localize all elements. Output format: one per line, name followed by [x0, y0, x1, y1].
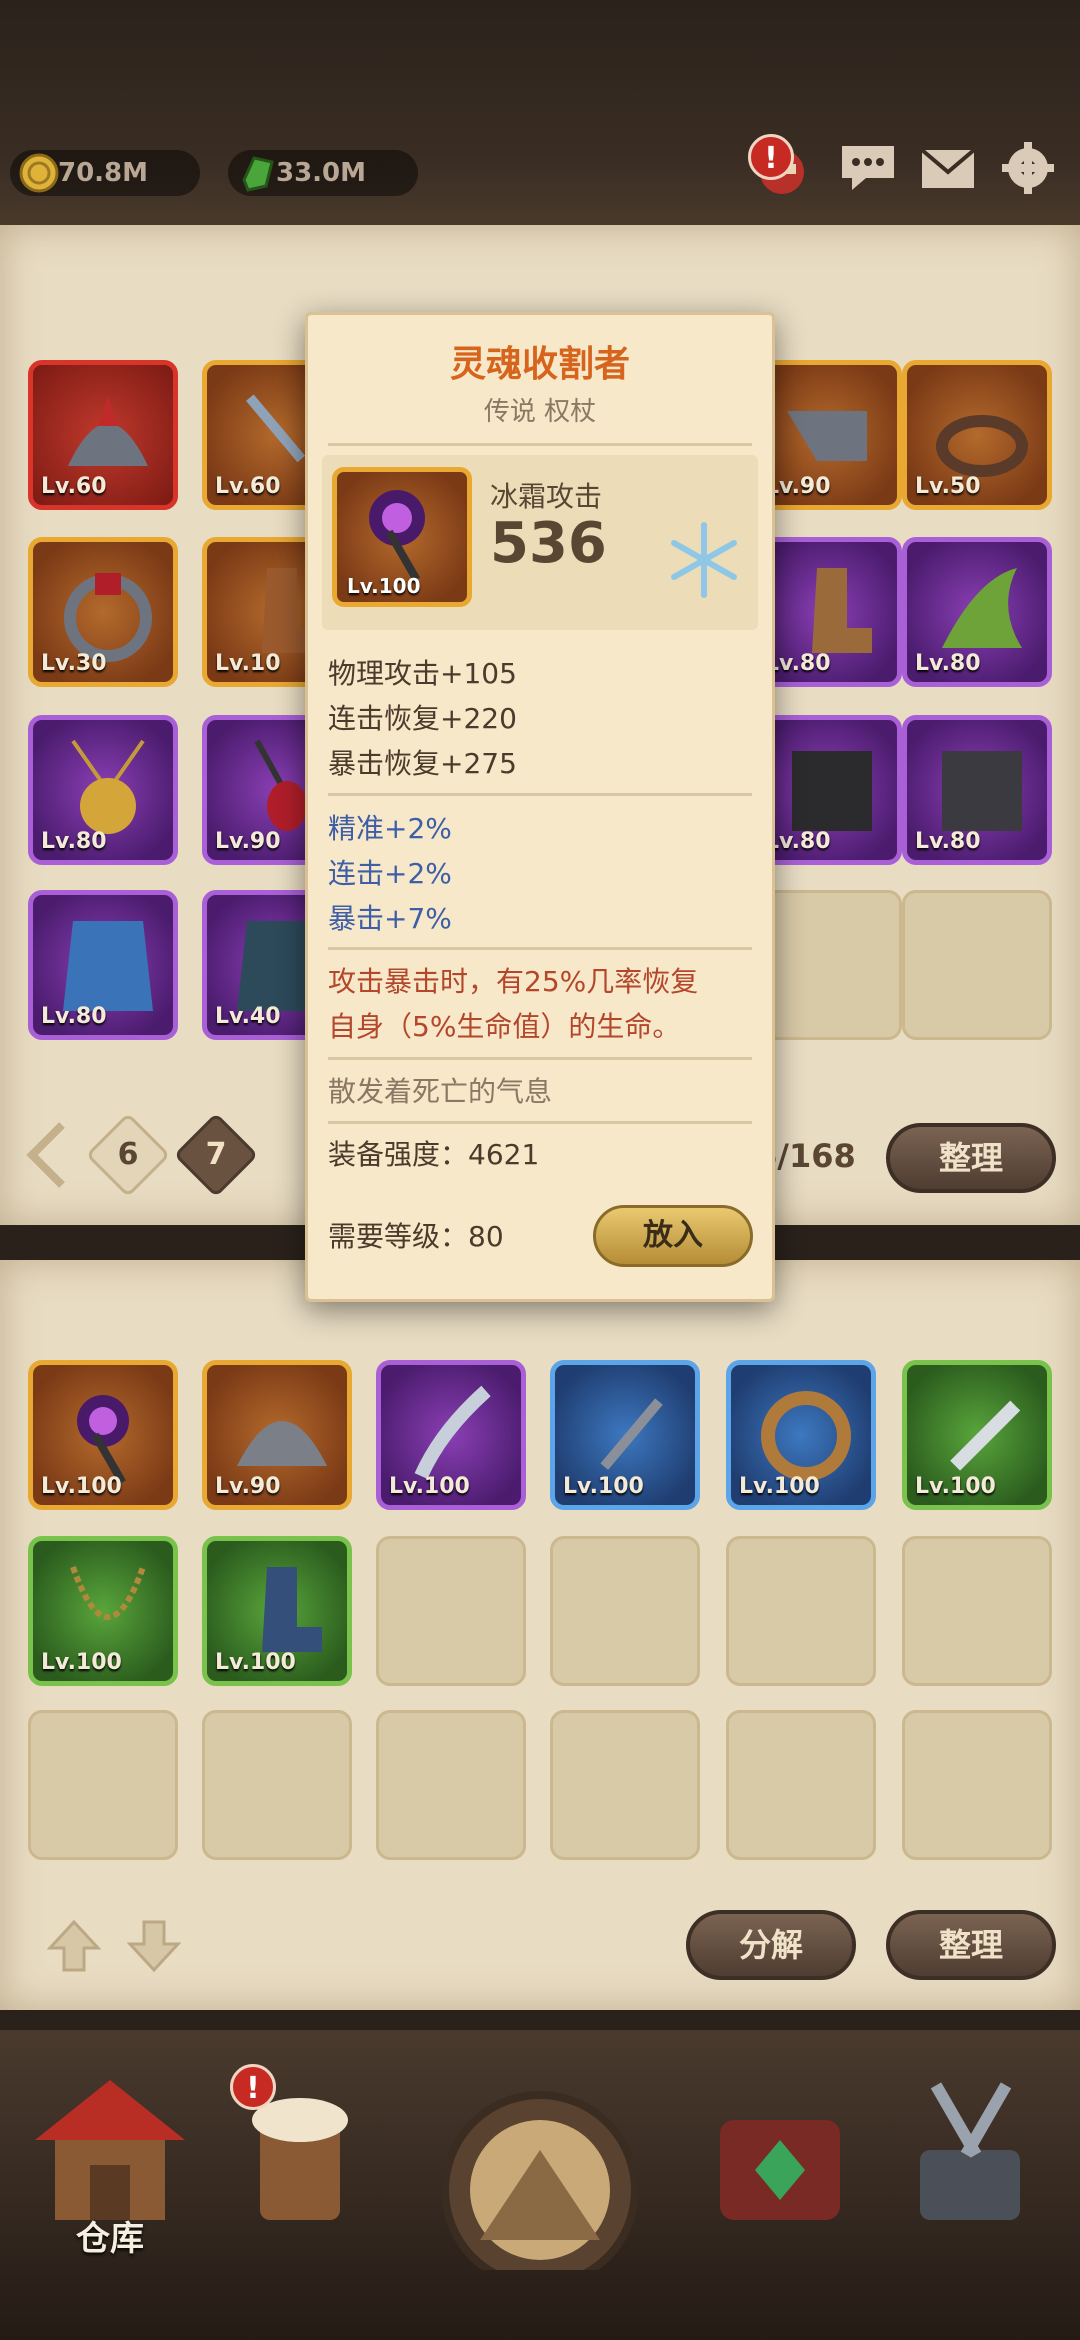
- bottom-nav: 仓库 !: [0, 2030, 1080, 2340]
- backpack-item[interactable]: Lv.100: [550, 1360, 700, 1510]
- item-icon: Lv.100: [332, 467, 472, 607]
- storage-item[interactable]: Lv.30: [28, 537, 178, 687]
- profile-button[interactable]: !: [748, 134, 808, 198]
- storage-item[interactable]: Lv.60: [28, 360, 178, 510]
- nav-shop[interactable]: [690, 2070, 870, 2260]
- empty-slot[interactable]: [726, 1710, 876, 1860]
- backpack-item[interactable]: Lv.100: [28, 1536, 178, 1686]
- backpack-item[interactable]: Lv.100: [726, 1360, 876, 1510]
- backpack-sort-button[interactable]: 整理: [886, 1910, 1056, 1980]
- backpack-panel: Lv.100 Lv.90 Lv.100 Lv.100 Lv.100 Lv.100…: [0, 1260, 1080, 2010]
- empty-slot[interactable]: [902, 1536, 1052, 1686]
- page-button-7[interactable]: 7: [173, 1112, 259, 1198]
- warehouse-icon: [35, 2080, 185, 2220]
- bonus-line: 精准+2%: [328, 812, 452, 845]
- special-effect-line: 攻击暴击时，有25%几率恢复: [328, 965, 699, 998]
- required-level: 需要等级：80: [328, 1220, 504, 1253]
- bonus-line: 连击+2%: [328, 857, 452, 890]
- decompose-button[interactable]: 分解: [686, 1910, 856, 1980]
- storage-sort-button[interactable]: 整理: [886, 1123, 1056, 1193]
- equipment-power: 装备强度：4621: [328, 1138, 540, 1171]
- divider: [328, 947, 752, 950]
- nav-warehouse[interactable]: 仓库: [20, 2070, 200, 2260]
- gold-value: 70.8M: [58, 158, 149, 188]
- stat-line: 物理攻击+105: [328, 657, 517, 690]
- backpack-item[interactable]: Lv.100: [202, 1536, 352, 1686]
- arrow-down-icon[interactable]: [124, 1916, 184, 1976]
- backpack-item[interactable]: Lv.100: [902, 1360, 1052, 1510]
- nav-adventure[interactable]: [420, 2070, 660, 2289]
- empty-slot[interactable]: [902, 890, 1052, 1040]
- page-prev-icon[interactable]: [22, 1120, 72, 1190]
- backpack-item[interactable]: Lv.100: [376, 1360, 526, 1510]
- flavor-text: 散发着死亡的气息: [328, 1075, 553, 1108]
- storage-item[interactable]: Lv.50: [902, 360, 1052, 510]
- divider: [328, 1057, 752, 1060]
- empty-slot[interactable]: [376, 1536, 526, 1686]
- chat-icon[interactable]: [838, 138, 898, 198]
- snowflake-icon: [671, 522, 737, 598]
- forge-icon: [920, 2082, 1020, 2220]
- item-type: 传说 权杖: [483, 397, 597, 427]
- mail-icon[interactable]: [918, 138, 978, 198]
- item-hero: Lv.100 冰霜攻击 536: [322, 455, 758, 630]
- gear-icon[interactable]: [998, 138, 1058, 198]
- special-effect-line: 自身（5%生命值）的生命。: [328, 1010, 681, 1043]
- divider: [328, 793, 752, 796]
- top-bar: 70.8M 33.0M !: [0, 0, 1080, 230]
- put-in-button[interactable]: 放入: [593, 1205, 753, 1267]
- divider: [328, 443, 752, 446]
- green-gem-icon: [242, 156, 274, 192]
- emerald-chest-icon: [720, 2120, 840, 2220]
- empty-slot[interactable]: [550, 1710, 700, 1860]
- gem-counter[interactable]: 33.0M: [228, 150, 418, 196]
- empty-slot[interactable]: [726, 1536, 876, 1686]
- item-tooltip: 灵魂收割者 传说 权杖 Lv.100 冰霜攻击 536 物理攻击+105 连击恢…: [305, 312, 775, 1302]
- gem-value: 33.0M: [276, 158, 367, 188]
- bonus-line: 暴击+7%: [328, 902, 452, 935]
- gold-coin-icon: [19, 153, 59, 193]
- storage-item[interactable]: Lv.80: [902, 715, 1052, 865]
- empty-slot[interactable]: [28, 1710, 178, 1860]
- empty-slot[interactable]: [376, 1710, 526, 1860]
- backpack-item[interactable]: Lv.90: [202, 1360, 352, 1510]
- stat-line: 连击恢复+220: [328, 702, 517, 735]
- item-name: 灵魂收割者: [449, 344, 630, 385]
- storage-item[interactable]: Lv.80: [902, 537, 1052, 687]
- adventure-portal-icon: [441, 2091, 639, 2289]
- nav-tavern[interactable]: !: [210, 2064, 390, 2260]
- main-stat-label: 冰霜攻击: [490, 480, 603, 513]
- empty-slot[interactable]: [902, 1710, 1052, 1860]
- nav-forge[interactable]: [880, 2070, 1060, 2260]
- storage-item[interactable]: Lv.80: [28, 715, 178, 865]
- main-stat-value: 536: [490, 511, 607, 576]
- profile-alert-badge: !: [748, 134, 794, 180]
- arrow-up-icon[interactable]: [44, 1916, 104, 1976]
- soul-scepter-icon: [369, 490, 425, 582]
- divider: [328, 1121, 752, 1124]
- page-button-6[interactable]: 6: [85, 1112, 171, 1198]
- backpack-item[interactable]: Lv.100: [28, 1360, 178, 1510]
- tavern-alert-badge: !: [230, 2064, 276, 2110]
- empty-slot[interactable]: [550, 1536, 700, 1686]
- empty-slot[interactable]: [202, 1710, 352, 1860]
- gold-counter[interactable]: 70.8M: [10, 150, 200, 196]
- stat-line: 暴击恢复+275: [328, 747, 517, 780]
- storage-item[interactable]: Lv.80: [28, 890, 178, 1040]
- nav-warehouse-label: 仓库: [76, 2219, 144, 2259]
